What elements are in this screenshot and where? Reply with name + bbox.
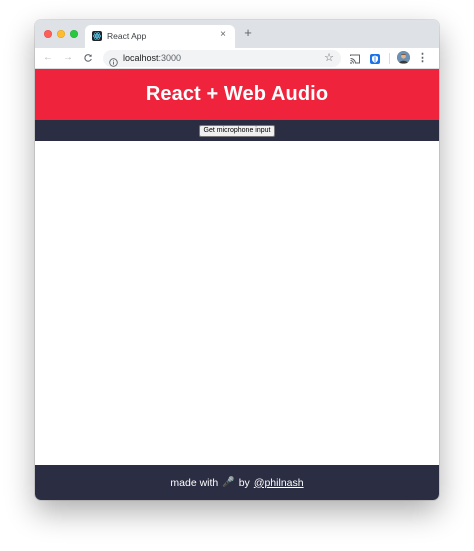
footer-by: by <box>238 476 250 489</box>
url-port: :3000 <box>158 53 182 63</box>
page-viewport: React + Web Audio Get microphone input m… <box>35 69 439 500</box>
back-button[interactable]: ← <box>41 51 55 65</box>
main-content <box>35 141 439 465</box>
toolbar-divider <box>389 53 390 64</box>
tab-title: React App <box>107 31 147 41</box>
app-header: React + Web Audio <box>35 69 439 120</box>
react-favicon-icon <box>92 31 102 41</box>
profile-avatar[interactable] <box>397 51 410 64</box>
page-footer: made with 🎤 by @philnash <box>35 465 439 500</box>
address-bar[interactable]: localhost:3000 ☆ <box>103 50 341 67</box>
minimize-window-button[interactable] <box>57 30 65 38</box>
browser-toolbar: ← → localhost:3000 ☆ ⋮ <box>35 48 439 69</box>
menu-icon[interactable]: ⋮ <box>417 51 428 65</box>
microphone-emoji-icon: 🎤 <box>222 477 235 488</box>
new-tab-button[interactable]: + <box>241 26 255 40</box>
cast-icon[interactable] <box>349 52 361 64</box>
close-tab-icon[interactable]: × <box>217 29 229 41</box>
forward-button[interactable]: → <box>61 51 75 65</box>
tab-react-app[interactable]: React App × <box>85 25 235 48</box>
footer-made-with: made with <box>170 476 219 489</box>
url-text: localhost:3000 <box>123 53 181 63</box>
author-link[interactable]: @philnash <box>254 477 304 489</box>
star-icon[interactable]: ☆ <box>323 52 335 64</box>
url-host: localhost <box>123 53 159 63</box>
browser-window: React App × + ← → localhost:3000 ☆ ⋮ Rea… <box>35 20 439 500</box>
info-icon[interactable] <box>109 54 118 67</box>
password-manager-icon[interactable] <box>369 52 381 64</box>
zoom-window-button[interactable] <box>70 30 78 38</box>
page-title: React + Web Audio <box>145 83 329 105</box>
tab-strip: React App × + <box>35 20 439 48</box>
close-window-button[interactable] <box>44 30 52 38</box>
get-microphone-input-button[interactable]: Get microphone input <box>198 124 276 137</box>
controls-bar: Get microphone input <box>35 120 439 141</box>
reload-button[interactable] <box>81 51 95 65</box>
